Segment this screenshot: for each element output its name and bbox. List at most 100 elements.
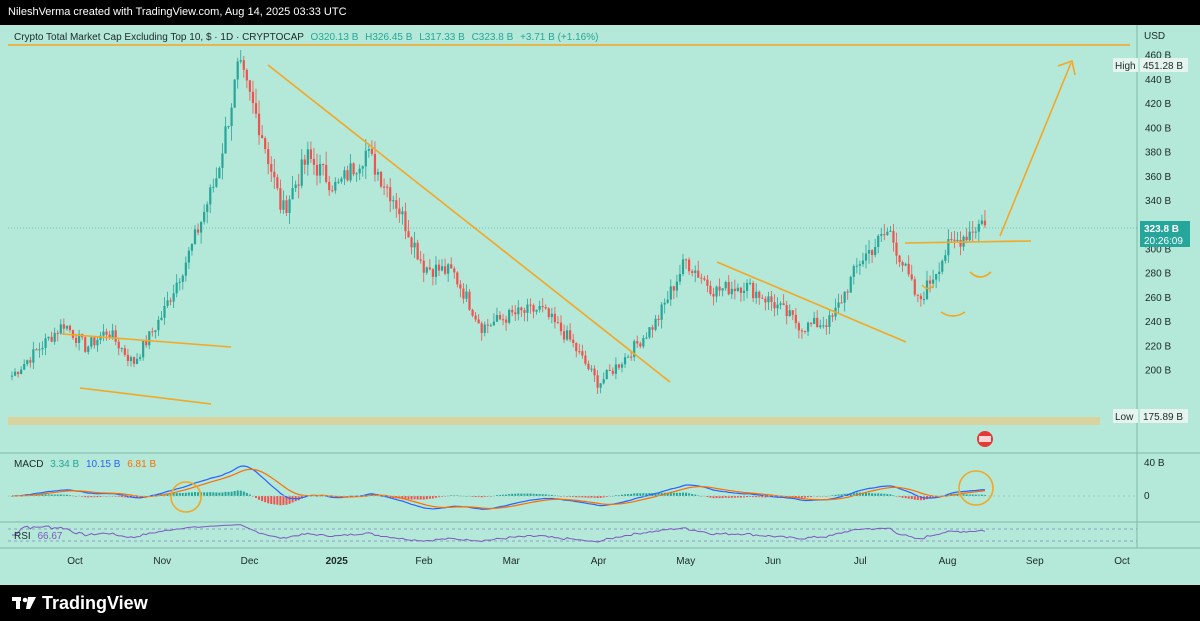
macd-histogram-bar — [614, 495, 617, 496]
macd-histogram-bar — [215, 492, 218, 496]
price-tick-label: 420 B — [1145, 99, 1171, 110]
candle-body — [175, 282, 178, 294]
candle-body — [797, 323, 800, 331]
candle-body — [163, 305, 166, 318]
candle-body — [971, 231, 974, 233]
candle-body — [239, 60, 242, 62]
candle-body — [96, 339, 99, 346]
brand-name: TradingView — [42, 593, 148, 613]
candle-body — [160, 317, 163, 320]
candle-body — [193, 229, 197, 244]
candle-body — [840, 302, 843, 304]
candle-body — [901, 262, 904, 266]
candle-body — [825, 325, 828, 327]
candle-body — [700, 277, 703, 279]
macd-histogram-bar — [218, 492, 221, 496]
candle-body — [678, 273, 682, 282]
candle-body — [489, 325, 492, 327]
candle-body — [584, 355, 587, 364]
candle-body — [761, 297, 764, 299]
main-downtrend-line[interactable] — [267, 64, 671, 383]
macd-histogram-bar — [544, 494, 547, 496]
candle-body — [285, 200, 288, 213]
candle-body — [566, 330, 569, 340]
macd-histogram-bar — [203, 492, 206, 496]
candle-body — [166, 300, 169, 306]
candle-body — [407, 231, 410, 238]
macd-histogram-bar — [560, 496, 562, 497]
macd-histogram-bar — [190, 492, 193, 496]
tradingview-logo[interactable]: TradingView — [12, 589, 148, 617]
low-tag-label: Low — [1115, 412, 1134, 423]
macd-tick-top: 40 B — [1144, 458, 1165, 469]
candle-body — [41, 347, 44, 350]
price-chart[interactable]: 460 B440 B420 B400 B380 B360 B340 B300 B… — [0, 0, 1200, 621]
candle-body — [291, 188, 294, 200]
candle-body — [938, 271, 941, 275]
candle-body — [218, 167, 221, 179]
candle-body — [800, 330, 804, 332]
time-tick-label: Jul — [854, 556, 867, 567]
candle-body — [203, 211, 206, 222]
macd-histogram-bar — [730, 496, 733, 498]
macd-histogram-bar — [700, 495, 703, 497]
macd-histogram-bar — [425, 496, 428, 500]
candle-body — [871, 250, 874, 256]
candle-body — [627, 356, 630, 358]
candle-body — [794, 314, 797, 324]
macd-histogram-bar — [965, 494, 968, 496]
projection-arrow[interactable] — [999, 62, 1072, 237]
candle-body — [465, 291, 468, 299]
macd-histogram-bar — [621, 494, 623, 496]
macd-histogram-bar — [715, 496, 718, 499]
candle-body — [864, 253, 868, 261]
candle-body — [623, 357, 627, 365]
macd-cross-circle-aug[interactable] — [958, 470, 994, 506]
macd-histogram-bar — [974, 494, 977, 496]
macd-histogram-bar — [261, 496, 264, 502]
neckline[interactable] — [904, 240, 1032, 244]
candle-body — [38, 349, 41, 351]
candle-body — [550, 313, 553, 318]
candle-body — [312, 158, 316, 165]
macd-histogram-bar — [233, 491, 236, 496]
candle-body — [331, 190, 334, 192]
candle-body — [663, 302, 666, 305]
candle-body — [505, 319, 508, 323]
candle-body — [544, 307, 547, 309]
macd-histogram — [11, 490, 986, 506]
candle-body — [300, 159, 303, 186]
macd-histogram-bar — [267, 496, 270, 504]
macd-histogram-bar — [605, 496, 608, 497]
candle-body — [742, 290, 746, 293]
macd-histogram-bar — [184, 492, 187, 496]
candle-body — [474, 315, 477, 320]
candle-body — [657, 318, 660, 320]
candle-body — [779, 303, 782, 305]
candle-body — [282, 200, 285, 210]
channel-bottom-line[interactable] — [79, 387, 212, 405]
candle-body — [190, 243, 194, 251]
candle-body — [35, 349, 38, 351]
macd-histogram-bar — [535, 493, 538, 496]
time-tick-label: Feb — [415, 556, 433, 567]
candle-body — [450, 264, 453, 269]
candle-body — [398, 208, 401, 215]
candle-body — [828, 315, 831, 327]
secondary-downtrend-line[interactable] — [716, 261, 907, 343]
candle-body — [431, 269, 434, 277]
head-arc[interactable] — [940, 311, 966, 317]
time-axis[interactable]: Oct Nov Dec 2025 Feb Mar Apr May Jun Jul Aug Sep Oct — [67, 556, 1130, 567]
candle-body — [200, 221, 203, 233]
candle-body — [267, 149, 270, 165]
macd-histogram-bar — [105, 496, 108, 497]
rsi-legend: RSI 66.67 — [14, 531, 63, 542]
candle-body — [422, 260, 425, 273]
shoulder-right-arc[interactable] — [969, 271, 992, 278]
candle-body — [306, 149, 309, 165]
macd-histogram-bar — [291, 496, 294, 503]
candle-body — [501, 319, 505, 321]
time-tick-label: Oct — [67, 556, 83, 567]
candle-body — [684, 259, 688, 261]
candle-body — [733, 288, 736, 292]
